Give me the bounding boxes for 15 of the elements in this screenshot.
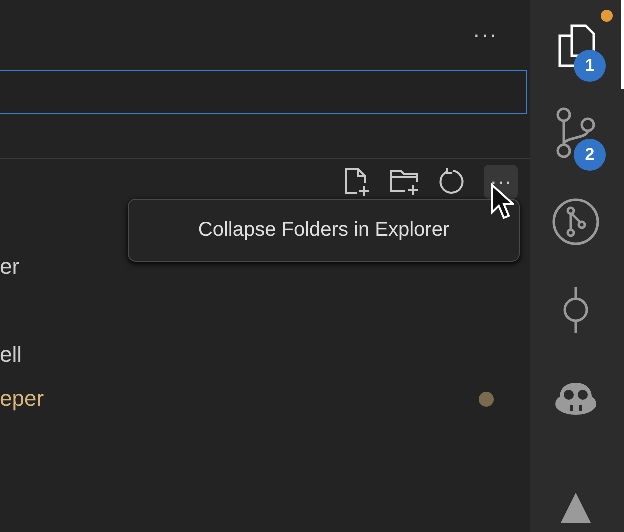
robot-icon [554,381,598,418]
activity-item[interactable]: 1 [530,0,624,89]
tree-item[interactable]: er [0,254,20,280]
tooltip: Collapse Folders in Explorer [128,199,520,262]
count-badge: 1 [574,50,606,82]
triangle-icon [560,492,590,523]
activity-item[interactable]: 2 [530,88,624,178]
merge-icon [550,196,600,247]
tree-item[interactable]: ell [0,342,22,368]
search-field[interactable] [0,70,527,114]
count-badge: 2 [574,138,606,171]
modified-dot [479,392,494,406]
tree-item[interactable]: eper [0,386,44,412]
pointer-icon [490,183,514,221]
more-actions[interactable]: ··· [473,24,498,46]
